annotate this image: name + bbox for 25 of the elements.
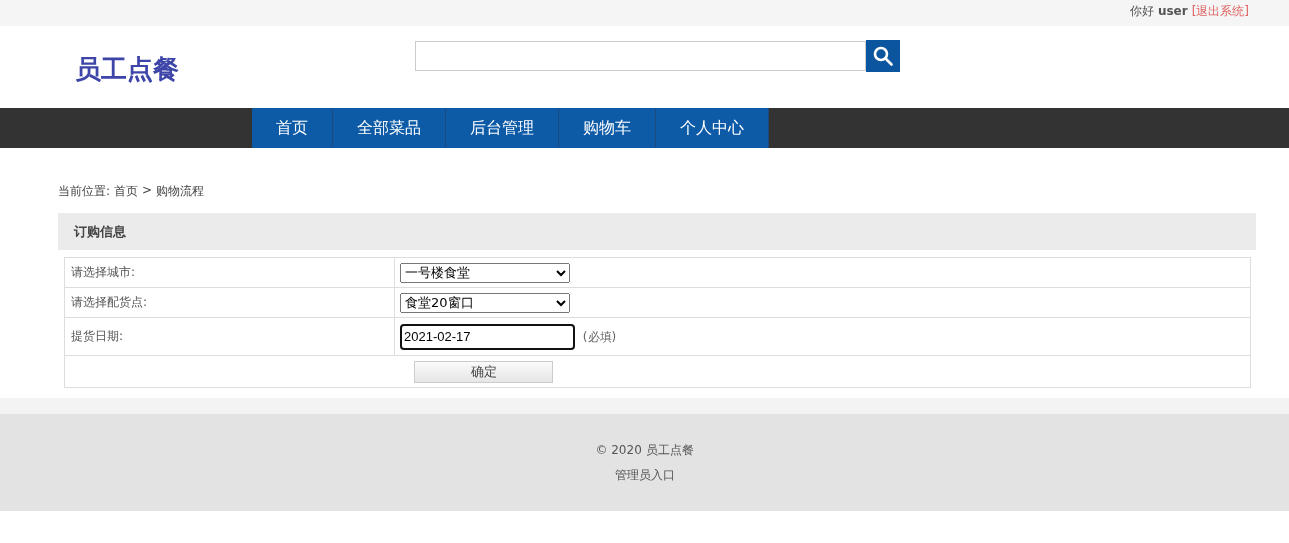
nav-tab[interactable]: 购物车 bbox=[559, 108, 656, 148]
admin-link[interactable]: 管理员入口 bbox=[614, 466, 675, 484]
copyright-text: © 2020 员工点餐 bbox=[595, 441, 694, 459]
nav-tab[interactable]: 全部菜品 bbox=[333, 108, 446, 148]
form-label: 请选择城市: bbox=[64, 257, 395, 288]
nav-tab[interactable]: 个人中心 bbox=[656, 108, 769, 148]
breadcrumb-link[interactable]: 首页 bbox=[114, 183, 139, 199]
section-title: 订购信息 bbox=[74, 222, 126, 241]
breadcrumb-current: 购物流程 bbox=[156, 183, 205, 199]
site-logo: 员工点餐 bbox=[75, 53, 180, 86]
dropdown[interactable]: 食堂20窗口 bbox=[400, 292, 570, 313]
greeting-text: 你好 user bbox=[1130, 2, 1188, 20]
required-note: (必填) bbox=[582, 330, 617, 344]
nav-tab[interactable]: 首页 bbox=[252, 108, 333, 148]
form-label: 提货日期: bbox=[64, 317, 395, 356]
search-button[interactable] bbox=[866, 40, 900, 72]
breadcrumb-label: 当前位置: bbox=[58, 183, 111, 199]
search-field[interactable] bbox=[415, 41, 866, 71]
breadcrumb-separator: > bbox=[142, 183, 153, 199]
date-field[interactable]: 2021-02-17 bbox=[400, 323, 575, 350]
confirm-button[interactable]: 确定 bbox=[414, 360, 553, 383]
form-label: 请选择配货点: bbox=[64, 287, 395, 318]
search-icon bbox=[873, 46, 893, 66]
dropdown[interactable]: 一号楼食堂 bbox=[400, 262, 570, 283]
nav-tab[interactable]: 后台管理 bbox=[446, 108, 559, 148]
